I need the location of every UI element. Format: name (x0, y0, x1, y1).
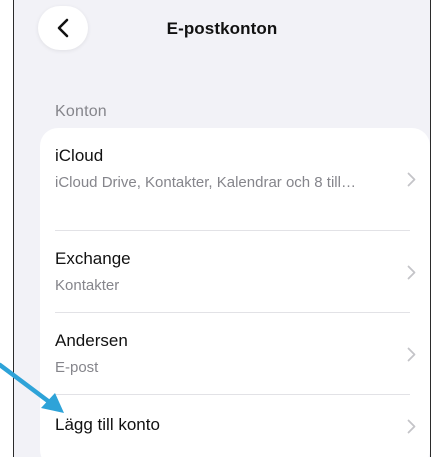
page-title: E-postkonton (166, 19, 278, 38)
account-subtitle: iCloud Drive, Kontakter, Kalendrar och 8… (55, 174, 356, 191)
account-title: iCloud (55, 146, 104, 165)
chevron-right-icon (407, 172, 416, 187)
arrow-pointer-icon (0, 362, 64, 413)
account-row-icloud[interactable]: iCloud iCloud Drive, Kontakter, Kalendra… (40, 128, 430, 230)
section-header-accounts: Konton (55, 103, 107, 120)
account-subtitle: E-post (55, 359, 99, 376)
account-subtitle: Kontakter (55, 277, 120, 294)
account-row-andersen[interactable]: Andersen E-post (40, 313, 430, 394)
chevron-right-icon (407, 265, 416, 280)
account-title: Andersen (55, 331, 128, 350)
navigation-bar: E-postkonton (14, 0, 430, 60)
account-title: Exchange (55, 249, 131, 268)
chevron-right-icon (407, 419, 416, 434)
add-account-button[interactable]: Lägg till konto (40, 395, 430, 457)
accounts-list: iCloud iCloud Drive, Kontakter, Kalendra… (40, 128, 430, 457)
chevron-right-icon (407, 347, 416, 362)
account-row-exchange[interactable]: Exchange Kontakter (40, 231, 430, 312)
